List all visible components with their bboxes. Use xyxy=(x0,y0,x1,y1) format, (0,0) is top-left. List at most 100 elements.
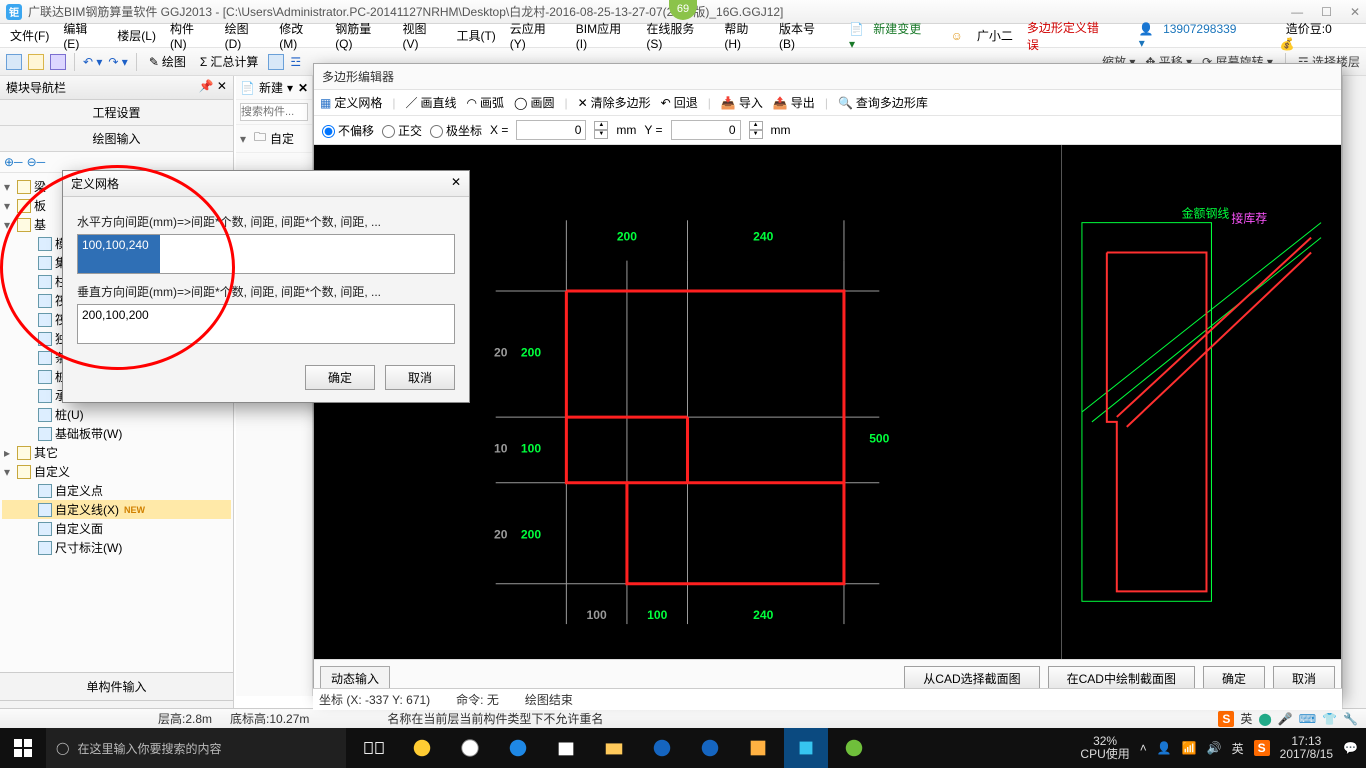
clear-polygon-button[interactable]: ✕ 清除多边形 xyxy=(578,94,651,111)
explorer-icon[interactable] xyxy=(592,728,636,768)
menu-version[interactable]: 版本号(B) xyxy=(773,17,837,54)
menu-view[interactable]: 视图(V) xyxy=(396,17,448,54)
tree-item[interactable]: 桩(U) xyxy=(2,405,231,424)
app-icon[interactable] xyxy=(688,728,732,768)
redo-icon[interactable]: ↷ ▾ xyxy=(108,55,127,69)
polar-radio[interactable]: 极坐标 xyxy=(430,122,482,139)
component-search-input[interactable] xyxy=(240,103,308,121)
tree-item[interactable]: 自定义面 xyxy=(2,519,231,538)
taskbar-search[interactable]: ◯ 在这里输入你要搜索的内容 xyxy=(46,728,346,768)
menu-component[interactable]: 构件(N) xyxy=(164,17,217,54)
undo-icon[interactable]: ↶ ▾ xyxy=(83,55,102,69)
user-avatar-icon[interactable]: ☺ xyxy=(945,26,969,46)
volume-icon[interactable]: 🔊 xyxy=(1207,741,1222,755)
new-change-button[interactable]: 📄 新建变更 ▾ xyxy=(843,17,943,54)
panel-controls[interactable]: 📌 ✕ xyxy=(199,79,227,96)
query-library-button[interactable]: 🔍 查询多边形库 xyxy=(838,94,928,111)
draw-arc-button[interactable]: ◠ 画弧 xyxy=(467,94,505,111)
menu-edit[interactable]: 编辑(E) xyxy=(57,17,109,54)
menu-rebar[interactable]: 钢筋量(Q) xyxy=(329,17,394,54)
draw-line-button[interactable]: ／ 画直线 xyxy=(405,94,456,111)
app-icon[interactable] xyxy=(832,728,876,768)
app-icon[interactable] xyxy=(640,728,684,768)
define-grid-button[interactable]: ▦ 定义网格 xyxy=(320,94,382,111)
tree-item[interactable]: 自定义线(X)NEW xyxy=(2,500,231,519)
action-center-icon[interactable]: 💬 xyxy=(1343,741,1358,755)
app-icon-active[interactable] xyxy=(784,728,828,768)
x-spin-down[interactable]: ▼ xyxy=(594,130,608,139)
dim-left-1: 20 xyxy=(494,346,508,360)
menu-modify[interactable]: 修改(M) xyxy=(273,17,327,54)
tool-icon[interactable] xyxy=(268,54,284,70)
menu-bim[interactable]: BIM应用(I) xyxy=(570,17,639,54)
people-icon[interactable]: 👤 xyxy=(1157,741,1172,755)
import-button[interactable]: 📥 导入 xyxy=(721,94,763,111)
tray-icon[interactable]: ⌨ xyxy=(1299,712,1316,726)
tree-item[interactable]: ▾自定义 xyxy=(2,462,231,481)
tray-icon[interactable]: ⬤ xyxy=(1258,712,1271,726)
expand-icon[interactable]: ⊕─ xyxy=(4,155,23,169)
sumcalc-button[interactable]: Σ 汇总计算 xyxy=(196,51,262,72)
draw-input-tab[interactable]: 绘图输入 xyxy=(0,126,233,152)
single-component-input[interactable]: 单构件输入 xyxy=(0,672,233,700)
tray-icon[interactable]: 👕 xyxy=(1322,712,1337,726)
new-icon[interactable] xyxy=(6,54,22,70)
menu-file[interactable]: 文件(F) xyxy=(4,24,55,47)
menu-draw[interactable]: 绘图(D) xyxy=(219,17,272,54)
dialog-ok-button[interactable]: 确定 xyxy=(305,365,375,390)
menu-tool[interactable]: 工具(T) xyxy=(450,24,501,47)
x-spin-up[interactable]: ▲ xyxy=(594,121,608,130)
menu-floor[interactable]: 楼层(L) xyxy=(111,24,162,47)
tree-item[interactable]: 自定义点 xyxy=(2,481,231,500)
new-component-button[interactable]: 📄 新建 ▾ ✕ xyxy=(236,76,312,100)
task-view-icon[interactable] xyxy=(352,728,396,768)
collapse-icon[interactable]: ⊖─ xyxy=(27,155,46,169)
x-input[interactable] xyxy=(516,120,586,140)
app-status-bar: 层高:2.8m 底标高:10.27m 名称在当前层当前构件类型下不允许重名 S … xyxy=(0,708,1366,728)
menu-online[interactable]: 在线服务(S) xyxy=(640,17,716,54)
start-button[interactable] xyxy=(0,728,46,768)
separator xyxy=(136,53,137,71)
tree-item[interactable]: 基础板带(W) xyxy=(2,424,231,443)
horizontal-spacing-input[interactable] xyxy=(77,234,455,274)
draw-button[interactable]: ✎ 绘图 xyxy=(145,51,190,72)
sogou-ime-icon[interactable]: S xyxy=(1218,711,1234,727)
y-spin-up[interactable]: ▲ xyxy=(749,121,763,130)
preview-canvas[interactable]: 接库荐 金额钢线 xyxy=(1061,145,1341,659)
tool-icon-2[interactable]: ☲ xyxy=(290,55,301,69)
dialog-close-icon[interactable]: ✕ xyxy=(451,175,461,192)
open-icon[interactable] xyxy=(28,54,44,70)
app-icon[interactable] xyxy=(736,728,780,768)
ime-indicator[interactable]: 英 xyxy=(1232,740,1244,757)
tree-item[interactable]: ▸其它 xyxy=(2,443,231,462)
back-button[interactable]: ↶ 回退 xyxy=(661,94,698,111)
y-spin-down[interactable]: ▼ xyxy=(749,130,763,139)
ortho-radio[interactable]: 正交 xyxy=(382,122,422,139)
tree-item[interactable]: 尺寸标注(W) xyxy=(2,538,231,557)
store-icon[interactable] xyxy=(544,728,588,768)
save-icon[interactable] xyxy=(50,54,66,70)
menu-cloud[interactable]: 云应用(Y) xyxy=(504,17,568,54)
tray-icon[interactable]: 🎤 xyxy=(1278,712,1293,726)
tray-chevron-icon[interactable]: ˄ xyxy=(1140,741,1147,755)
engineering-settings-tab[interactable]: 工程设置 xyxy=(0,100,233,126)
tray-icon[interactable]: 🔧 xyxy=(1343,712,1358,726)
no-offset-radio[interactable]: 不偏移 xyxy=(322,122,374,139)
vertical-spacing-input[interactable]: 200,100,200 xyxy=(77,304,455,344)
ime-lang[interactable]: 英 xyxy=(1240,710,1252,727)
x-label: X = xyxy=(490,123,508,137)
app-icon[interactable] xyxy=(448,728,492,768)
clock[interactable]: 17:13 2017/8/15 xyxy=(1280,735,1333,761)
export-button[interactable]: 📤 导出 xyxy=(773,94,815,111)
menu-help[interactable]: 帮助(H) xyxy=(718,17,771,54)
sogou-tray-icon[interactable]: S xyxy=(1254,740,1270,756)
custom-category[interactable]: ▾🗀 自定 xyxy=(236,125,312,153)
edge-icon[interactable] xyxy=(496,728,540,768)
draw-circle-button[interactable]: ◯ 画圆 xyxy=(514,94,554,111)
phone-number[interactable]: 👤 13907298339 ▾ xyxy=(1133,19,1258,53)
cpu-meter[interactable]: 32% CPU使用 xyxy=(1080,735,1129,761)
dialog-cancel-button[interactable]: 取消 xyxy=(385,365,455,390)
app-icon[interactable] xyxy=(400,728,444,768)
y-input[interactable] xyxy=(671,120,741,140)
network-icon[interactable]: 📶 xyxy=(1182,741,1197,755)
